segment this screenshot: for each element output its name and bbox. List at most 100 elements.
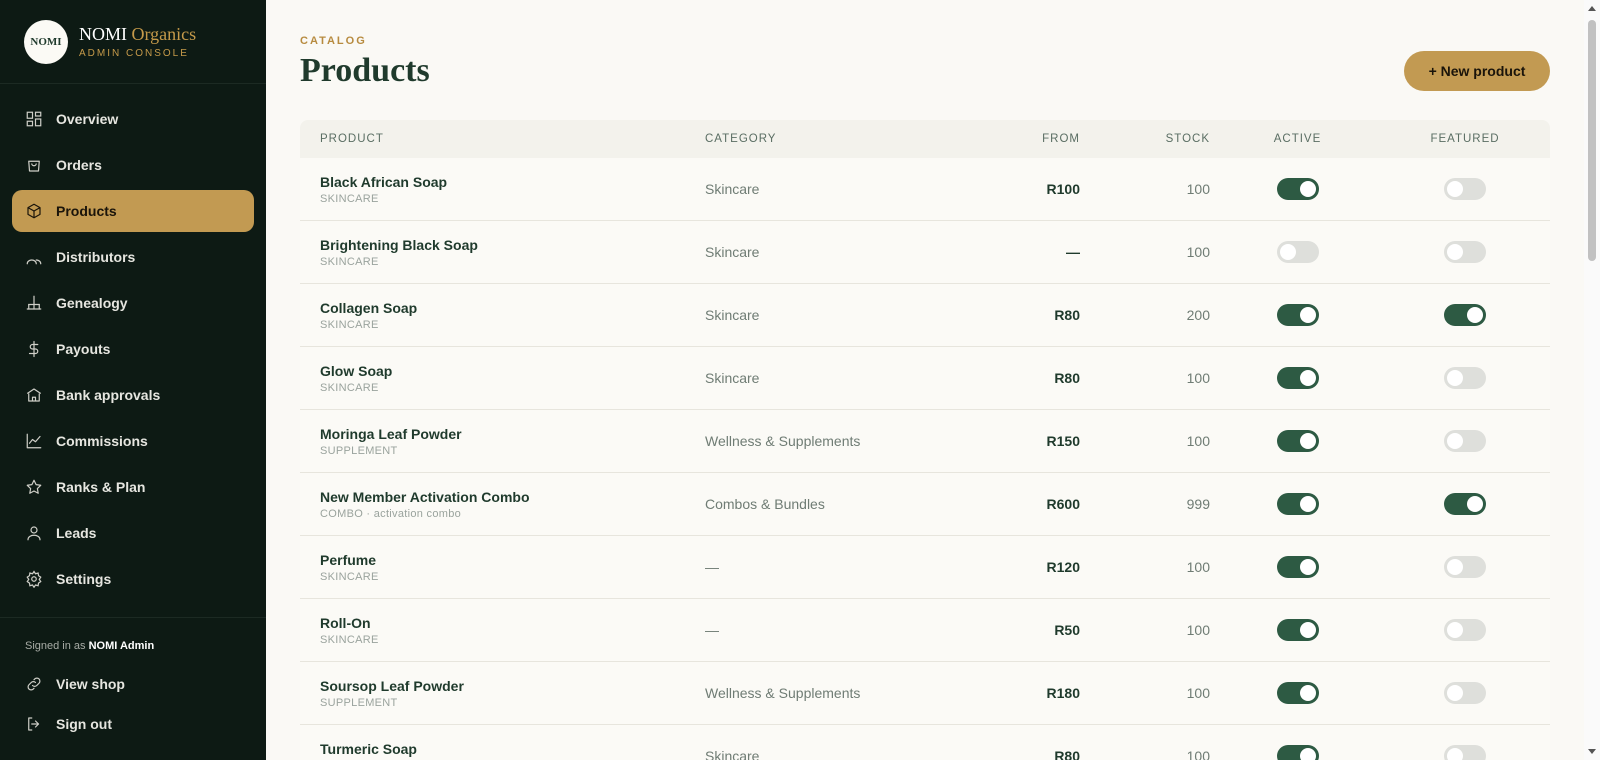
header-active[interactable]: ACTIVE bbox=[1210, 133, 1385, 145]
product-name[interactable]: Glow Soap bbox=[320, 363, 685, 379]
sidebar-item-genealogy[interactable]: Genealogy bbox=[12, 282, 254, 324]
table-row[interactable]: New Member Activation Combo COMBO · activ… bbox=[300, 473, 1550, 536]
active-toggle[interactable] bbox=[1276, 682, 1319, 704]
sidebar-item-leads[interactable]: Leads bbox=[12, 512, 254, 554]
table-row[interactable]: Moringa Leaf Powder SUPPLEMENT Wellness & … bbox=[300, 410, 1550, 473]
category-cell: — bbox=[705, 622, 719, 638]
featured-toggle[interactable] bbox=[1444, 556, 1486, 578]
scroll-up-arrow[interactable] bbox=[1588, 6, 1596, 11]
table-row[interactable]: Soursop Leaf Powder SUPPLEMENT Wellness & … bbox=[300, 662, 1550, 725]
sidebar-item-settings[interactable]: Settings bbox=[12, 558, 254, 600]
active-toggle[interactable] bbox=[1276, 745, 1319, 760]
product-name[interactable]: Roll-On bbox=[320, 615, 685, 631]
featured-toggle[interactable] bbox=[1444, 682, 1486, 704]
toggle-knob bbox=[1447, 622, 1463, 638]
sidebar-item-payouts[interactable]: Payouts bbox=[12, 328, 254, 370]
stock-cell: 100 bbox=[1186, 622, 1210, 638]
product-cell: Turmeric SoapSKINCARE bbox=[300, 741, 685, 760]
category-cell: Combos & Bundles bbox=[705, 496, 825, 512]
product-name[interactable]: Turmeric Soap bbox=[320, 741, 685, 757]
toggle-knob bbox=[1467, 496, 1483, 512]
scrollbar-thumb[interactable] bbox=[1588, 20, 1596, 261]
sign-out-button[interactable]: Sign out bbox=[0, 704, 266, 744]
product-name[interactable]: Black African Soap bbox=[320, 174, 685, 190]
toggle-knob bbox=[1447, 244, 1463, 260]
table-row[interactable]: Brightening Black Soap SKINCARE Skincare — 1… bbox=[300, 221, 1550, 284]
product-cell: Roll-On SKINCARE bbox=[300, 615, 685, 646]
price-cell: R180 bbox=[1046, 685, 1080, 701]
table-row[interactable]: Collagen Soap SKINCARE Skincare R80 200 bbox=[300, 284, 1550, 347]
product-name[interactable]: Collagen Soap bbox=[320, 300, 685, 316]
product-name[interactable]: Perfume bbox=[320, 552, 685, 568]
featured-toggle[interactable] bbox=[1444, 619, 1486, 641]
price-cell: R50 bbox=[1054, 622, 1080, 638]
table-row[interactable]: Glow Soap SKINCARE Skincare R80 100 bbox=[300, 347, 1550, 410]
product-cell: New Member Activation Combo COMBO · activ… bbox=[300, 489, 685, 520]
active-toggle[interactable] bbox=[1276, 241, 1319, 263]
category-cell: Skincare bbox=[705, 307, 760, 323]
scroll-down-arrow[interactable] bbox=[1588, 749, 1596, 754]
sidebar-item-label: Payouts bbox=[56, 341, 111, 357]
featured-toggle[interactable] bbox=[1444, 367, 1486, 389]
table-body: Black African Soap SKINCARE Skincare R100 10… bbox=[300, 158, 1550, 760]
active-toggle[interactable] bbox=[1276, 430, 1319, 452]
active-cell bbox=[1210, 682, 1385, 704]
featured-toggle[interactable] bbox=[1444, 745, 1486, 760]
brand-subtitle: ADMIN CONSOLE bbox=[79, 48, 189, 59]
sidebar-item-bank-approvals[interactable]: Bank approvals bbox=[12, 374, 254, 416]
sidebar-footer: Signed in as NOMI Admin View shop Sign o… bbox=[0, 617, 266, 760]
header-product[interactable]: PRODUCT bbox=[300, 133, 685, 145]
active-toggle[interactable] bbox=[1276, 619, 1319, 641]
sidebar-item-commissions[interactable]: Commissions bbox=[12, 420, 254, 462]
toggle-knob bbox=[1447, 685, 1463, 701]
stock-cell: 100 bbox=[1186, 181, 1210, 197]
active-toggle[interactable] bbox=[1276, 556, 1319, 578]
featured-toggle[interactable] bbox=[1444, 178, 1486, 200]
gear-icon bbox=[25, 570, 43, 588]
product-name[interactable]: Brightening Black Soap bbox=[320, 237, 685, 253]
active-toggle[interactable] bbox=[1276, 178, 1319, 200]
sidebar-item-ranks-plan[interactable]: Ranks & Plan bbox=[12, 466, 254, 508]
active-toggle[interactable] bbox=[1276, 493, 1319, 515]
active-cell bbox=[1210, 304, 1385, 326]
featured-toggle[interactable] bbox=[1444, 493, 1486, 515]
header-category[interactable]: CATEGORY bbox=[685, 133, 945, 145]
sidebar-item-overview[interactable]: Overview bbox=[12, 98, 254, 140]
view-shop-link[interactable]: View shop bbox=[0, 664, 266, 704]
sidebar-item-products[interactable]: Products bbox=[12, 190, 254, 232]
stock-cell: 100 bbox=[1186, 559, 1210, 575]
product-name[interactable]: Soursop Leaf Powder bbox=[320, 678, 685, 694]
product-name[interactable]: Moringa Leaf Powder bbox=[320, 426, 685, 442]
featured-cell bbox=[1385, 178, 1545, 200]
view-shop-label: View shop bbox=[56, 676, 125, 692]
new-product-button[interactable]: + New product bbox=[1404, 51, 1550, 91]
featured-toggle[interactable] bbox=[1444, 241, 1486, 263]
featured-toggle[interactable] bbox=[1444, 430, 1486, 452]
stock-cell: 100 bbox=[1186, 433, 1210, 449]
featured-toggle[interactable] bbox=[1444, 304, 1486, 326]
table-row[interactable]: Roll-On SKINCARE — R50 100 bbox=[300, 599, 1550, 662]
product-name[interactable]: New Member Activation Combo bbox=[320, 489, 685, 505]
price-cell: R80 bbox=[1054, 307, 1080, 323]
stock-cell: 100 bbox=[1186, 370, 1210, 386]
sidebar-item-distributors[interactable]: Distributors bbox=[12, 236, 254, 278]
table-row[interactable]: Perfume SKINCARE — R120 100 bbox=[300, 536, 1550, 599]
table-header: PRODUCT CATEGORY FROM STOCK ACTIVE FEATU… bbox=[300, 120, 1550, 158]
users-icon bbox=[25, 248, 43, 266]
stock-cell: 100 bbox=[1186, 685, 1210, 701]
toggle-knob bbox=[1447, 181, 1463, 197]
active-toggle[interactable] bbox=[1276, 367, 1319, 389]
sidebar-item-label: Bank approvals bbox=[56, 387, 161, 403]
header-stock[interactable]: STOCK bbox=[1080, 133, 1210, 145]
toggle-knob bbox=[1299, 496, 1316, 512]
active-toggle[interactable] bbox=[1276, 304, 1319, 326]
header-from[interactable]: FROM bbox=[945, 133, 1080, 145]
table-row[interactable]: Turmeric SoapSKINCARE Skincare R80 100 bbox=[300, 725, 1550, 760]
page-scrollbar[interactable] bbox=[1584, 0, 1600, 760]
table-row[interactable]: Black African Soap SKINCARE Skincare R100 10… bbox=[300, 158, 1550, 221]
sidebar-item-orders[interactable]: Orders bbox=[12, 144, 254, 186]
stock-cell: 999 bbox=[1186, 496, 1210, 512]
header-featured[interactable]: FEATURED bbox=[1385, 133, 1545, 145]
brand-logo[interactable]: NOMI bbox=[24, 19, 68, 64]
products-table: PRODUCT CATEGORY FROM STOCK ACTIVE FEATU… bbox=[300, 120, 1550, 760]
